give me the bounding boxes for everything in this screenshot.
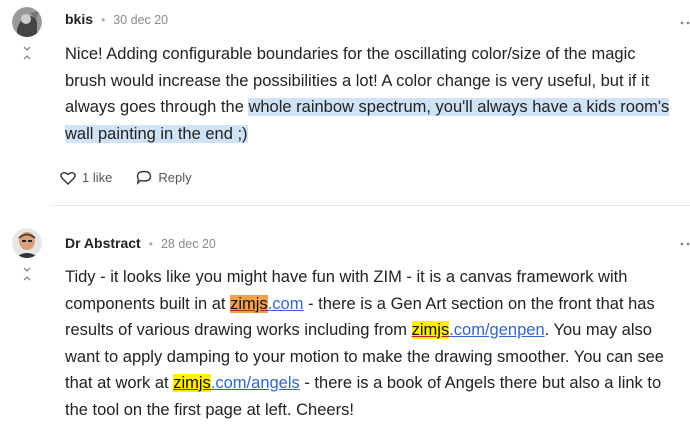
post-body: Nice! Adding configurable boundaries for… xyxy=(65,41,677,147)
highlighted-term: zimjs xyxy=(230,294,268,313)
highlighted-term: zimjs xyxy=(411,321,450,339)
username[interactable]: Dr Abstract xyxy=(65,235,141,251)
expand-vertical-icon[interactable] xyxy=(21,46,33,60)
highlighted-term: zimjs xyxy=(173,374,211,392)
post-date[interactable]: 30 dec 20 xyxy=(113,13,168,27)
zimjs-link[interactable]: zimjs.com xyxy=(230,294,304,313)
avatar[interactable] xyxy=(12,228,42,258)
reply-button[interactable]: Reply xyxy=(136,170,192,185)
post-meta: Dr Abstract • 28 dec 20 xyxy=(65,235,216,251)
genpen-link[interactable]: zimjs.com/genpen xyxy=(411,321,545,339)
link-text: .com/angels xyxy=(210,374,300,392)
angels-link[interactable]: zimjs.com/angels xyxy=(173,374,300,392)
post-meta: bkis • 30 dec 20 xyxy=(65,11,168,27)
link-text: .com xyxy=(267,294,304,313)
post-bkis: bkis • 30 dec 20 Nice! Adding configurab… xyxy=(0,0,690,205)
link-text: .com/genpen xyxy=(449,321,545,339)
post-date[interactable]: 28 dec 20 xyxy=(161,237,216,251)
more-dots-icon[interactable] xyxy=(680,233,690,246)
meta-separator: • xyxy=(148,237,153,251)
more-dots-icon[interactable] xyxy=(680,12,690,25)
reply-label: Reply xyxy=(158,170,192,185)
username[interactable]: bkis xyxy=(65,11,93,27)
meta-separator: • xyxy=(101,13,106,27)
expand-vertical-icon[interactable] xyxy=(21,267,33,281)
heart-icon xyxy=(60,171,76,185)
speech-bubble-icon xyxy=(137,170,152,185)
avatar[interactable] xyxy=(12,7,42,37)
like-button[interactable]: 1 like xyxy=(60,170,112,185)
post-dr-abstract: Dr Abstract • 28 dec 20 Tidy - it looks … xyxy=(0,206,690,424)
post-body: Tidy - it looks like you might have fun … xyxy=(65,264,677,423)
post-actions: 1 like Reply xyxy=(60,170,216,185)
like-count: 1 like xyxy=(82,170,113,185)
